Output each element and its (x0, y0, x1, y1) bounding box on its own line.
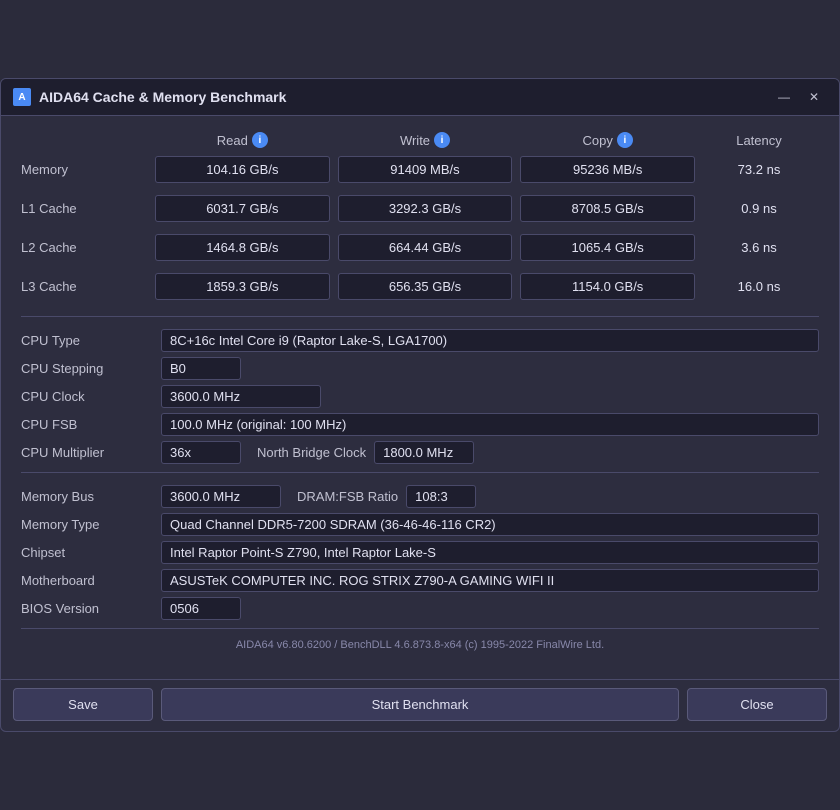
motherboard-row: Motherboard ASUSTeK COMPUTER INC. ROG ST… (21, 569, 819, 592)
footer-text: AIDA64 v6.80.6200 / BenchDLL 4.6.873.8-x… (21, 628, 819, 663)
title-bar-left: A AIDA64 Cache & Memory Benchmark (13, 88, 286, 106)
chipset-row: Chipset Intel Raptor Point-S Z790, Intel… (21, 541, 819, 564)
cpu-info-section: CPU Type 8C+16c Intel Core i9 (Raptor La… (21, 329, 819, 464)
benchmark-table: Read i Write i Copy i Latency Memory 10 (21, 132, 819, 300)
copy-info-icon[interactable]: i (617, 132, 633, 148)
app-icon: A (13, 88, 31, 106)
cpu-fsb-row: CPU FSB 100.0 MHz (original: 100 MHz) (21, 413, 819, 436)
cpu-stepping-label: CPU Stepping (21, 361, 161, 376)
header-write: Write i (334, 132, 517, 148)
bios-value: 0506 (161, 597, 241, 620)
memory-bus-value: 3600.0 MHz (161, 485, 281, 508)
cpu-fsb-value: 100.0 MHz (original: 100 MHz) (161, 413, 819, 436)
start-benchmark-button[interactable]: Start Benchmark (161, 688, 679, 721)
memory-type-value: Quad Channel DDR5-7200 SDRAM (36-46-46-1… (161, 513, 819, 536)
header-read: Read i (151, 132, 334, 148)
l1cache-write: 3292.3 GB/s (338, 195, 513, 222)
read-info-icon[interactable]: i (252, 132, 268, 148)
title-controls: — ✕ (771, 87, 827, 107)
cpu-fsb-label: CPU FSB (21, 417, 161, 432)
header-empty (21, 132, 151, 148)
memory-type-label: Memory Type (21, 517, 161, 532)
table-header: Read i Write i Copy i Latency (21, 132, 819, 148)
l1cache-read: 6031.7 GB/s (155, 195, 330, 222)
motherboard-label: Motherboard (21, 573, 161, 588)
l2cache-write: 664.44 GB/s (338, 234, 513, 261)
memory-bus-row: Memory Bus 3600.0 MHz DRAM:FSB Ratio 108… (21, 485, 819, 508)
dram-fsb-value: 108:3 (406, 485, 476, 508)
cpu-multiplier-label: CPU Multiplier (21, 445, 161, 460)
header-latency: Latency (699, 132, 819, 148)
l3cache-copy: 1154.0 GB/s (520, 273, 695, 300)
header-copy: Copy i (516, 132, 699, 148)
memory-latency: 73.2 ns (699, 162, 819, 177)
save-button[interactable]: Save (13, 688, 153, 721)
table-row: L1 Cache 6031.7 GB/s 3292.3 GB/s 8708.5 … (21, 195, 819, 222)
memory-type-row: Memory Type Quad Channel DDR5-7200 SDRAM… (21, 513, 819, 536)
l2cache-label: L2 Cache (21, 240, 151, 255)
memory-bus-label: Memory Bus (21, 489, 161, 504)
memory-copy: 95236 MB/s (520, 156, 695, 183)
l3cache-latency: 16.0 ns (699, 279, 819, 294)
title-bar: A AIDA64 Cache & Memory Benchmark — ✕ (1, 79, 839, 116)
cpu-multiplier-value: 36x (161, 441, 241, 464)
bios-row: BIOS Version 0506 (21, 597, 819, 620)
table-row: L2 Cache 1464.8 GB/s 664.44 GB/s 1065.4 … (21, 234, 819, 261)
cpu-stepping-row: CPU Stepping B0 (21, 357, 819, 380)
main-window: A AIDA64 Cache & Memory Benchmark — ✕ Re… (0, 78, 840, 732)
l3cache-read: 1859.3 GB/s (155, 273, 330, 300)
l1cache-latency: 0.9 ns (699, 201, 819, 216)
chipset-label: Chipset (21, 545, 161, 560)
l2cache-copy: 1065.4 GB/s (520, 234, 695, 261)
cpu-stepping-value: B0 (161, 357, 241, 380)
table-row: Memory 104.16 GB/s 91409 MB/s 95236 MB/s… (21, 156, 819, 183)
l2cache-latency: 3.6 ns (699, 240, 819, 255)
cpu-type-label: CPU Type (21, 333, 161, 348)
bios-label: BIOS Version (21, 601, 161, 616)
cpu-type-value: 8C+16c Intel Core i9 (Raptor Lake-S, LGA… (161, 329, 819, 352)
memory-read: 104.16 GB/s (155, 156, 330, 183)
dram-fsb-label: DRAM:FSB Ratio (297, 489, 398, 504)
content-area: Read i Write i Copy i Latency Memory 10 (1, 116, 839, 679)
table-row: L3 Cache 1859.3 GB/s 656.35 GB/s 1154.0 … (21, 273, 819, 300)
close-button[interactable]: Close (687, 688, 827, 721)
minimize-button[interactable]: — (771, 87, 797, 107)
l1cache-copy: 8708.5 GB/s (520, 195, 695, 222)
write-info-icon[interactable]: i (434, 132, 450, 148)
cpu-type-row: CPU Type 8C+16c Intel Core i9 (Raptor La… (21, 329, 819, 352)
memory-write: 91409 MB/s (338, 156, 513, 183)
north-bridge-label: North Bridge Clock (257, 445, 366, 460)
memory-label: Memory (21, 162, 151, 177)
l3cache-write: 656.35 GB/s (338, 273, 513, 300)
divider-2 (21, 472, 819, 473)
l1cache-label: L1 Cache (21, 201, 151, 216)
cpu-clock-label: CPU Clock (21, 389, 161, 404)
l3cache-label: L3 Cache (21, 279, 151, 294)
cpu-multiplier-row: CPU Multiplier 36x North Bridge Clock 18… (21, 441, 819, 464)
motherboard-value: ASUSTeK COMPUTER INC. ROG STRIX Z790-A G… (161, 569, 819, 592)
divider-1 (21, 316, 819, 317)
chipset-value: Intel Raptor Point-S Z790, Intel Raptor … (161, 541, 819, 564)
bottom-bar: Save Start Benchmark Close (1, 679, 839, 731)
memory-info-section: Memory Bus 3600.0 MHz DRAM:FSB Ratio 108… (21, 485, 819, 620)
cpu-clock-row: CPU Clock 3600.0 MHz (21, 385, 819, 408)
l2cache-read: 1464.8 GB/s (155, 234, 330, 261)
close-window-button[interactable]: ✕ (801, 87, 827, 107)
north-bridge-value: 1800.0 MHz (374, 441, 474, 464)
window-title: AIDA64 Cache & Memory Benchmark (39, 89, 286, 105)
cpu-clock-value: 3600.0 MHz (161, 385, 321, 408)
